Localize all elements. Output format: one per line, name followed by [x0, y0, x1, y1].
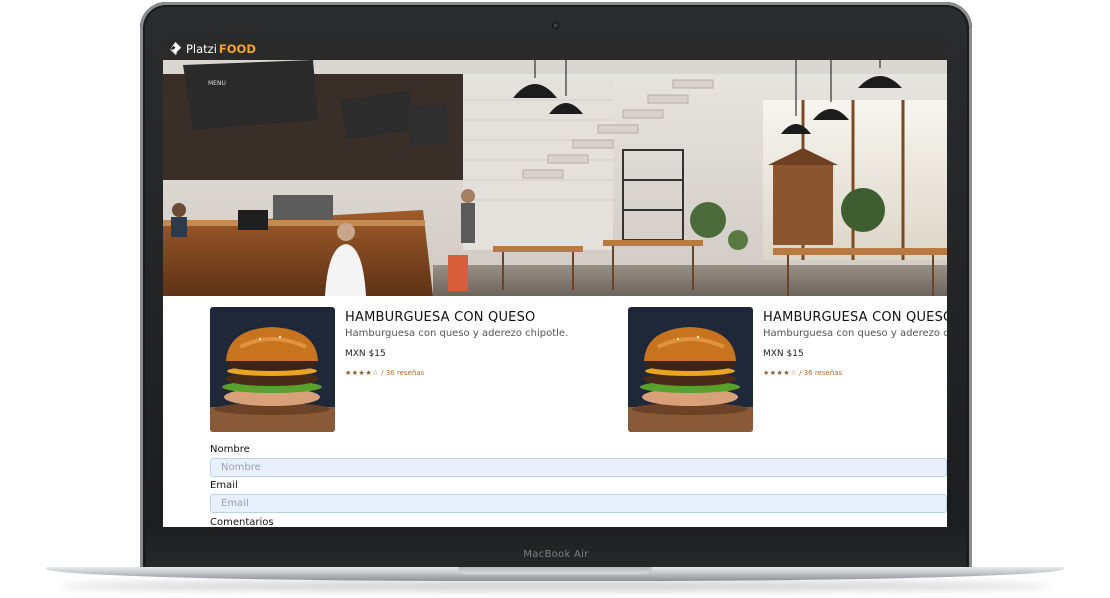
product-price: MXN $15	[345, 349, 386, 359]
email-label: Email	[210, 480, 238, 491]
star-rating-icon: ★★★★☆	[345, 369, 379, 377]
logo-word: Platzi	[186, 41, 217, 56]
star-rating-icon: ★★★★☆	[763, 369, 797, 377]
burger-image	[210, 307, 335, 432]
laptop-shadow	[60, 581, 1050, 591]
laptop-notch	[458, 567, 652, 574]
platzi-logo-icon	[169, 41, 182, 56]
comments-label: Comentarios	[210, 517, 274, 527]
svg-text:MENU: MENU	[208, 80, 226, 87]
product-rating: ★★★★☆ / 36 reseñas	[763, 369, 842, 377]
name-label: Nombre	[210, 444, 250, 455]
review-count[interactable]: / 36 reseñas	[797, 369, 842, 377]
email-input[interactable]	[210, 494, 947, 513]
review-count[interactable]: / 36 reseñas	[379, 369, 424, 377]
laptop-chin: MacBook Air	[146, 527, 966, 567]
webcam	[553, 23, 558, 28]
hero-image: MENU	[163, 60, 947, 296]
product-rating: ★★★★☆ / 36 reseñas	[345, 369, 424, 377]
device-label: MacBook Air	[523, 549, 589, 560]
product-price: MXN $15	[763, 349, 804, 359]
burger-image	[628, 307, 753, 432]
site-logo[interactable]: Platzi FOOD	[168, 40, 256, 57]
product-title: HAMBURGUESA CON QUESO	[763, 310, 947, 325]
name-input[interactable]	[210, 458, 947, 477]
logo-accent: FOOD	[218, 41, 256, 56]
site-header: Platzi FOOD	[163, 37, 947, 60]
product-description: Hamburguesa con queso y aderezo chipotle…	[763, 328, 947, 339]
product-description: Hamburguesa con queso y aderezo chipotle…	[345, 328, 569, 339]
product-title: HAMBURGUESA CON QUESO	[345, 310, 536, 325]
browser-viewport: Platzi FOOD MENU HAMBURGUESA CON QUESO H…	[163, 37, 947, 527]
